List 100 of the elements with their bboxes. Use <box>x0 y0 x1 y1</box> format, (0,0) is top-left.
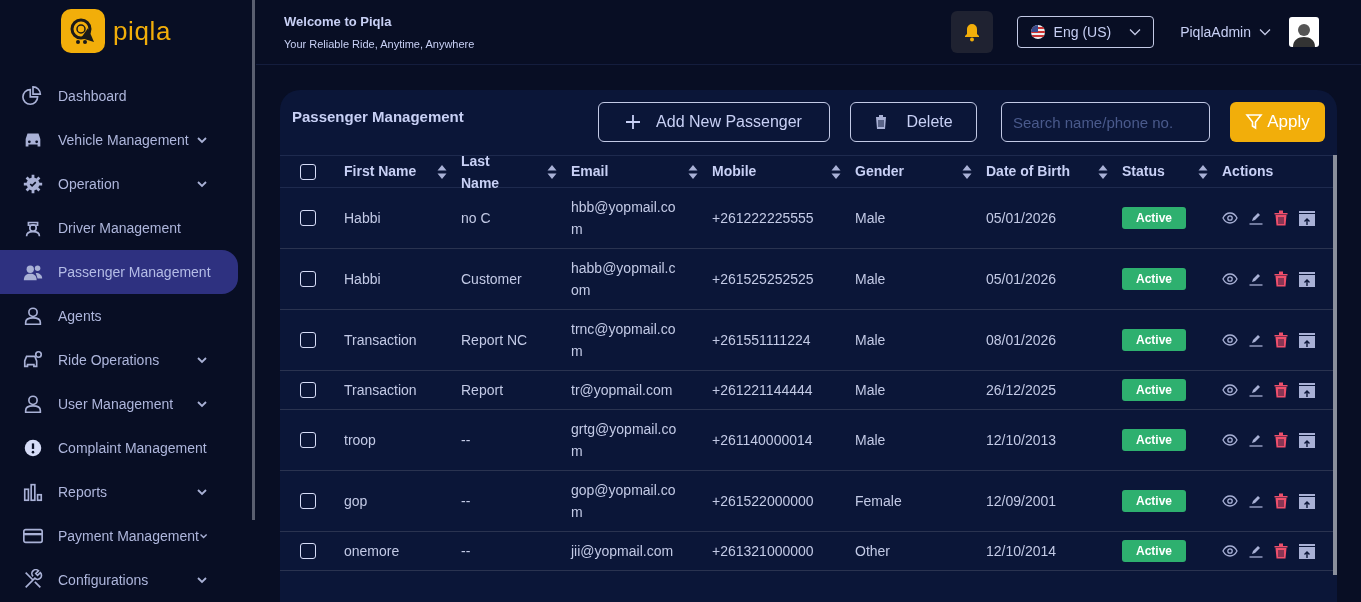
sidebar-item[interactable]: Reports <box>0 470 238 514</box>
sidebar-item[interactable]: Agents <box>0 294 238 338</box>
brand-name: piqla <box>112 14 172 48</box>
table-cell-text: Male <box>855 270 887 289</box>
search-field[interactable]: Search name/phone no. <box>1001 102 1210 142</box>
sidebar-item[interactable]: Vehicle Management <box>0 118 238 162</box>
upload-icon[interactable] <box>1299 271 1315 287</box>
table-cell-text: Customer <box>461 270 523 289</box>
edit-icon[interactable] <box>1249 333 1263 347</box>
table-cell-text: tr@yopmail.com <box>571 381 674 400</box>
tools-icon <box>22 569 44 591</box>
table-cell-text: 12/09/2001 <box>986 492 1058 511</box>
checkbox[interactable] <box>300 271 316 287</box>
column-header[interactable]: First Name <box>344 161 417 182</box>
edit-icon[interactable] <box>1249 433 1263 447</box>
add-passenger-button[interactable]: Add New Passenger <box>598 102 830 142</box>
table-cell-text: +261551111224 <box>712 331 812 350</box>
checkbox[interactable] <box>300 432 316 448</box>
checkbox[interactable] <box>300 163 316 180</box>
checkbox[interactable] <box>300 493 316 509</box>
delete-button[interactable]: Delete <box>850 102 977 142</box>
trash-icon[interactable] <box>1274 271 1288 287</box>
panel-title: Passenger Management <box>292 107 464 127</box>
table-cell-text: gop <box>344 492 369 511</box>
column-header[interactable]: Status <box>1122 161 1165 182</box>
language-selector[interactable]: Eng (US) <box>1016 16 1155 48</box>
alert-icon <box>22 437 44 459</box>
checkbox[interactable] <box>300 210 316 226</box>
person-icon <box>22 305 44 327</box>
bar-chart-icon <box>22 481 44 503</box>
view-icon[interactable] <box>1222 545 1238 557</box>
upload-icon[interactable] <box>1299 210 1315 226</box>
table-cell-text: Female <box>855 492 903 511</box>
trash-icon[interactable] <box>1274 332 1288 348</box>
view-icon[interactable] <box>1222 384 1238 396</box>
table-cell-text: Habbi <box>344 209 382 228</box>
view-icon[interactable] <box>1222 212 1238 224</box>
trash-icon[interactable] <box>1274 543 1288 559</box>
table-cell-text: +261522000000 <box>712 492 815 511</box>
table-cell-text: hbb@yopmail.com <box>571 198 677 239</box>
table-cell-text: +261321000000 <box>712 542 815 561</box>
edit-icon[interactable] <box>1249 494 1263 508</box>
table-cell-text: Male <box>855 209 887 228</box>
upload-icon[interactable] <box>1299 493 1315 509</box>
table-cell-text: onemore <box>344 542 401 561</box>
column-header[interactable]: Mobile <box>712 161 757 182</box>
edit-icon[interactable] <box>1249 383 1263 397</box>
tagline: Your Reliable Ride, Anytime, Anywhere <box>284 36 475 52</box>
sidebar-item[interactable]: Dashboard <box>0 74 238 118</box>
column-header[interactable]: Date of Birth <box>986 161 1070 182</box>
sidebar-item[interactable]: Passenger Management <box>0 250 238 294</box>
table-cell-text: 26/12/2025 <box>986 381 1058 400</box>
table-cell-text: habb@yopmail.com <box>571 259 677 300</box>
column-header[interactable]: Last Name <box>461 156 501 194</box>
sidebar-item[interactable]: User Management <box>0 382 238 426</box>
checkbox[interactable] <box>300 382 316 398</box>
table-cell-text: Male <box>855 331 887 350</box>
sidebar-item[interactable]: Complaint Management <box>0 426 238 470</box>
column-header[interactable]: Actions <box>1222 161 1274 182</box>
sidebar-item[interactable]: Ride Operations <box>0 338 238 382</box>
table-cell-text: Report <box>461 381 505 400</box>
table-cell-text: Transaction <box>344 331 418 350</box>
sidebar-item[interactable]: Driver Management <box>0 206 238 250</box>
upload-icon[interactable] <box>1299 382 1315 398</box>
upload-icon[interactable] <box>1299 332 1315 348</box>
checkbox[interactable] <box>300 543 316 559</box>
edit-icon[interactable] <box>1249 211 1263 225</box>
sidebar-item[interactable]: Payment Management <box>0 514 238 558</box>
checkbox[interactable] <box>300 332 316 348</box>
edit-icon[interactable] <box>1249 544 1263 558</box>
sidebar-item[interactable]: Operation <box>0 162 238 206</box>
chevron-down-icon <box>1129 26 1142 38</box>
view-icon[interactable] <box>1222 495 1238 507</box>
table-cell-text: Habbi <box>344 270 382 289</box>
edit-icon[interactable] <box>1249 272 1263 286</box>
trash-icon[interactable] <box>1274 382 1288 398</box>
table-cell-text: troop <box>344 431 377 450</box>
view-icon[interactable] <box>1222 334 1238 346</box>
table-cell-text: +261221144444 <box>712 381 814 400</box>
table-cell-text: -- <box>461 431 472 450</box>
trash-icon[interactable] <box>1274 493 1288 509</box>
notification-button[interactable] <box>950 11 993 53</box>
gear-icon <box>22 173 44 195</box>
column-header[interactable]: Email <box>571 161 609 182</box>
trash-icon[interactable] <box>1274 432 1288 448</box>
upload-icon[interactable] <box>1299 543 1315 559</box>
avatar[interactable] <box>1289 17 1319 47</box>
view-icon[interactable] <box>1222 434 1238 446</box>
table-cell-text: no C <box>461 209 492 228</box>
sidebar-item[interactable]: Configurations <box>0 558 238 602</box>
logo-icon <box>60 9 105 53</box>
table-cell-text: Other <box>855 542 891 561</box>
view-icon[interactable] <box>1222 273 1238 285</box>
trash-icon <box>874 114 889 130</box>
column-header[interactable]: Gender <box>855 161 904 182</box>
trash-icon[interactable] <box>1274 210 1288 226</box>
table-cell-text: Report NC <box>461 331 529 350</box>
user-menu[interactable]: PiqlaAdmin <box>1180 21 1271 43</box>
upload-icon[interactable] <box>1299 432 1315 448</box>
table-cell-text: 08/01/2026 <box>986 331 1058 350</box>
